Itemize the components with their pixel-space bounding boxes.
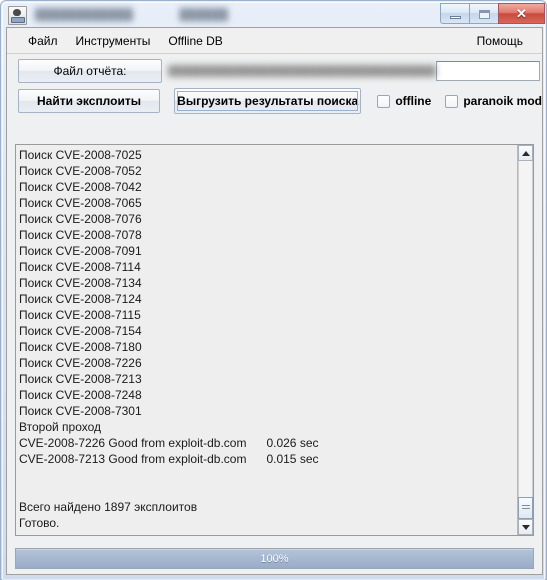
log-line: Поиск CVE-2008-7052 — [19, 164, 142, 178]
minimize-button[interactable] — [440, 3, 469, 24]
scroll-down-button[interactable] — [518, 519, 533, 535]
menu-item-file[interactable]: Файл — [19, 31, 67, 51]
log-line: Готово. — [19, 516, 60, 530]
log-line: Всего найдено 1897 эксплоитов — [19, 500, 198, 514]
minimize-icon — [450, 16, 461, 19]
log-line: CVE-2008-7213 Good from exploit-db.com 0… — [19, 452, 319, 466]
chevron-up-icon — [521, 150, 530, 156]
checkbox-box-icon — [377, 94, 391, 108]
title-bar[interactable]: ████████████ ██████ ✕ — [4, 3, 545, 27]
application-window: ████████████ ██████ ✕ Файл Инструменты O… — [0, 0, 547, 580]
toolbar: Файл отчёта: ███████████████████████████… — [7, 57, 542, 115]
export-results-label: Выгрузить результаты поиска — [177, 94, 359, 108]
log-line: Поиск CVE-2008-7134 — [19, 276, 142, 290]
menu-item-offline-db[interactable]: Offline DB — [159, 31, 231, 51]
log-line: Поиск CVE-2008-7076 — [19, 212, 142, 226]
log-line: Поиск CVE-2008-7154 — [19, 324, 142, 338]
paranoik-mod-checkbox[interactable]: paranoik mod — [445, 94, 542, 108]
log-line: Поиск CVE-2008-7025 — [19, 148, 142, 162]
log-line: Поиск CVE-2008-7124 — [19, 292, 142, 306]
toolbar-row-actions: Найти эксплоиты Выгрузить результаты пои… — [7, 87, 542, 115]
log-line: Второй проход — [19, 420, 102, 434]
log-line: Поиск CVE-2008-7114 — [19, 260, 141, 274]
java-app-icon — [8, 5, 27, 25]
log-line: Поиск CVE-2008-7078 — [19, 228, 142, 242]
log-line: Поиск CVE-2008-7042 — [19, 180, 142, 194]
path-input[interactable] — [436, 61, 540, 81]
progress-bar-label: 100% — [260, 552, 289, 565]
scroll-up-button[interactable] — [518, 145, 533, 161]
log-line: Поиск CVE-2008-7248 — [19, 388, 142, 402]
close-icon: ✕ — [516, 5, 527, 21]
toolbar-row-report: Файл отчёта: ███████████████████████████… — [7, 57, 542, 85]
export-results-button[interactable]: Выгрузить результаты поиска — [173, 88, 362, 114]
chevron-down-icon — [521, 524, 530, 530]
checkbox-box-icon — [445, 94, 459, 108]
grip-icon — [521, 505, 530, 511]
report-file-button[interactable]: Файл отчёта: — [18, 59, 162, 83]
report-path-label: ████████████████████████████████████ — [168, 65, 436, 77]
close-button[interactable]: ✕ — [498, 3, 545, 24]
maximize-button[interactable] — [469, 3, 498, 24]
menu-bar: Файл Инструменты Offline DB Помощь — [7, 28, 542, 54]
log-panel: Поиск CVE-2008-7025 Поиск CVE-2008-7052 По… — [15, 144, 534, 536]
log-line: Поиск CVE-2008-7226 — [19, 356, 142, 370]
log-line: Поиск CVE-2008-7180 — [19, 340, 142, 354]
window-title-suffix: ██████ — [179, 9, 229, 21]
maximize-icon — [479, 10, 490, 19]
log-line: CVE-2008-7226 Good from exploit-db.com 0… — [19, 436, 319, 450]
log-scrollbar[interactable] — [517, 145, 533, 535]
offline-checkbox[interactable]: offline — [377, 94, 431, 108]
log-line: Поиск CVE-2008-7301 — [19, 404, 142, 418]
log-line: Поиск CVE-2008-7213 — [19, 372, 142, 386]
window-title: ████████████ — [35, 9, 134, 21]
offline-checkbox-label: offline — [395, 94, 432, 108]
find-exploits-button[interactable]: Найти эксплоиты — [18, 89, 160, 113]
scrollbar-track[interactable] — [518, 161, 533, 519]
window-controls: ✕ — [440, 3, 545, 24]
menu-item-tools[interactable]: Инструменты — [67, 31, 160, 51]
menu-item-help[interactable]: Помощь — [468, 31, 532, 51]
log-line: Поиск CVE-2008-7115 — [19, 308, 141, 322]
log-line: Поиск CVE-2008-7065 — [19, 196, 142, 210]
paranoik-mod-checkbox-label: paranoik mod — [463, 94, 542, 108]
progress-bar: 100% — [15, 548, 534, 569]
log-text-area[interactable]: Поиск CVE-2008-7025 Поиск CVE-2008-7052 По… — [16, 145, 517, 535]
status-field: ███ ██████ ███ █████ — [15, 574, 534, 575]
log-line: Поиск CVE-2008-7091 — [19, 244, 142, 258]
scrollbar-thumb[interactable] — [518, 497, 533, 519]
client-area: Файл Инструменты Offline DB Помощь Файл … — [6, 27, 543, 575]
